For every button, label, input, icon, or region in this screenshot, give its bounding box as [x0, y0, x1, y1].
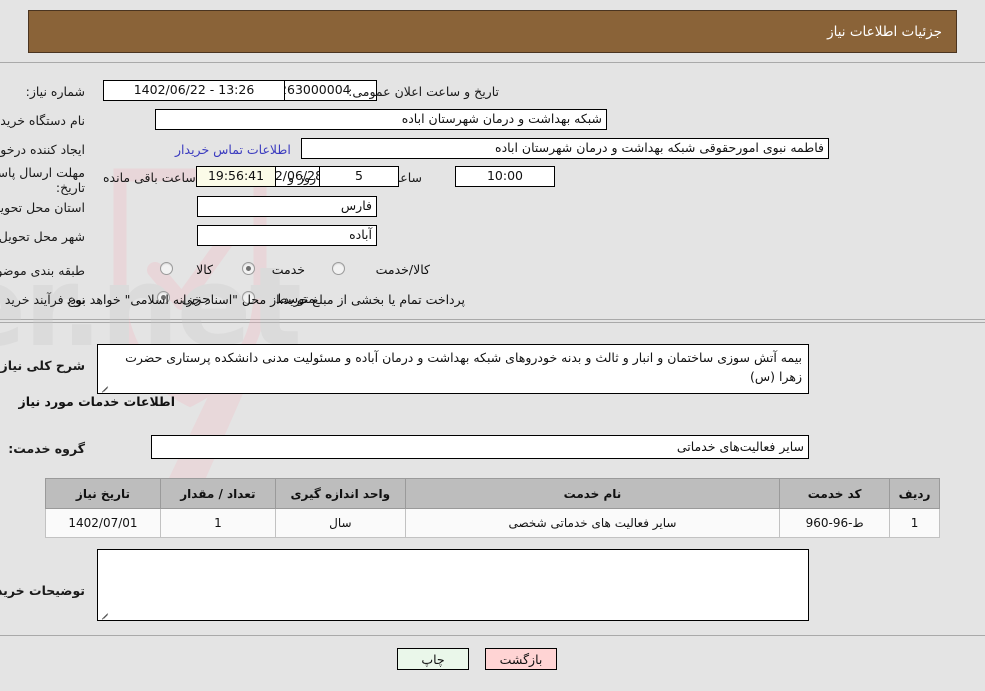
- col-unit: واحد اندازه گیری: [274, 478, 406, 509]
- buyer-org-value: شبکه بهداشت و درمان شهرستان اباده: [155, 109, 607, 130]
- buyer-contact-link[interactable]: اطلاعات تماس خریدار: [175, 142, 291, 157]
- resize-grip-icon[interactable]: [100, 382, 110, 392]
- page-header: جزئیات اطلاعات نیاز: [28, 10, 957, 53]
- page-root: AriaTender.net جزئیات اطلاعات نیاز شماره…: [0, 0, 985, 691]
- deadline-label-line2: تاریخ:: [55, 180, 85, 195]
- remaining-time-value: 19:56:41: [196, 166, 276, 187]
- category-radio-kala-khedmat[interactable]: [332, 262, 345, 275]
- city-label: شهر محل تحویل:: [0, 229, 85, 244]
- cell-row-no: 1: [889, 508, 940, 538]
- table-row: 1 ط-96-960 سایر فعالیت های خدماتی شخصی س…: [45, 508, 940, 538]
- resize-grip-icon[interactable]: [100, 609, 110, 619]
- category-label: طبقه بندی موضوعی:: [0, 263, 85, 278]
- announce-datetime-label: تاریخ و ساعت اعلان عمومی:: [348, 84, 499, 99]
- general-desc-value: بیمه آتش سوزی ساختمان و انبار و ثالث و ب…: [125, 350, 802, 384]
- category-label-kala-khedmat: کالا/خدمت: [375, 262, 430, 277]
- services-table: ردیف کد خدمت نام خدمت واحد اندازه گیری ت…: [45, 478, 940, 538]
- col-quantity: تعداد / مقدار: [159, 478, 276, 509]
- cell-service-name: سایر فعالیت های خدماتی شخصی: [404, 508, 781, 538]
- remaining-suffix-label: ساعت باقی مانده: [103, 170, 196, 185]
- province-value: فارس: [197, 196, 377, 217]
- buyer-notes-label: توضیحات خریدار;: [0, 583, 85, 598]
- back-button[interactable]: بازگشت: [485, 648, 557, 670]
- province-label: استان محل تحویل:: [0, 200, 85, 215]
- category-radio-khedmat[interactable]: [242, 262, 255, 275]
- service-group-value: سایر فعالیت‌های خدماتی: [151, 435, 809, 459]
- service-group-label: گروه خدمت:: [8, 441, 85, 456]
- col-need-date: تاریخ نیاز: [45, 478, 161, 509]
- category-label-khedmat: خدمت: [271, 262, 305, 277]
- table-header-row: ردیف کد خدمت نام خدمت واحد اندازه گیری ت…: [45, 478, 940, 509]
- cell-need-date: 1402/07/01: [45, 508, 161, 538]
- services-heading: اطلاعات خدمات مورد نیاز: [18, 394, 176, 409]
- col-service-name: نام خدمت: [404, 478, 781, 509]
- creator-value: فاطمه نبوی امورحقوقی شبکه بهداشت و درمان…: [301, 138, 829, 159]
- print-button[interactable]: چاپ: [397, 648, 469, 670]
- category-label-kala: کالا: [196, 262, 213, 277]
- deadline-label-line1: مهلت ارسال پاسخ: تا: [0, 165, 85, 180]
- city-value: آباده: [197, 225, 377, 246]
- treasury-note: پرداخت تمام یا بخشی از مبلغ خرید،از محل …: [66, 292, 465, 307]
- remaining-days-value: 5: [319, 166, 399, 187]
- creator-label: ایجاد کننده درخواست:: [0, 142, 85, 157]
- page-title: جزئیات اطلاعات نیاز: [827, 23, 942, 40]
- cell-quantity: 1: [159, 508, 276, 538]
- col-row-no: ردیف: [889, 478, 940, 509]
- buyer-notes-textarea[interactable]: [97, 549, 809, 621]
- general-desc-textarea[interactable]: بیمه آتش سوزی ساختمان و انبار و ثالث و ب…: [97, 344, 809, 394]
- col-service-code: کد خدمت: [779, 478, 891, 509]
- buyer-org-label: نام دستگاه خریدار:: [0, 113, 85, 128]
- cell-service-code: ط-96-960: [779, 508, 891, 538]
- remaining-days-label: روز و: [288, 170, 317, 185]
- deadline-hour-value: 10:00: [455, 166, 555, 187]
- cell-unit: سال: [274, 508, 406, 538]
- category-radio-kala[interactable]: [160, 262, 173, 275]
- announce-datetime-value: 13:26 - 1402/06/22: [103, 80, 285, 101]
- general-desc-label: شرح کلی نیاز:: [0, 358, 85, 373]
- need-number-label: شماره نیاز:: [25, 84, 85, 99]
